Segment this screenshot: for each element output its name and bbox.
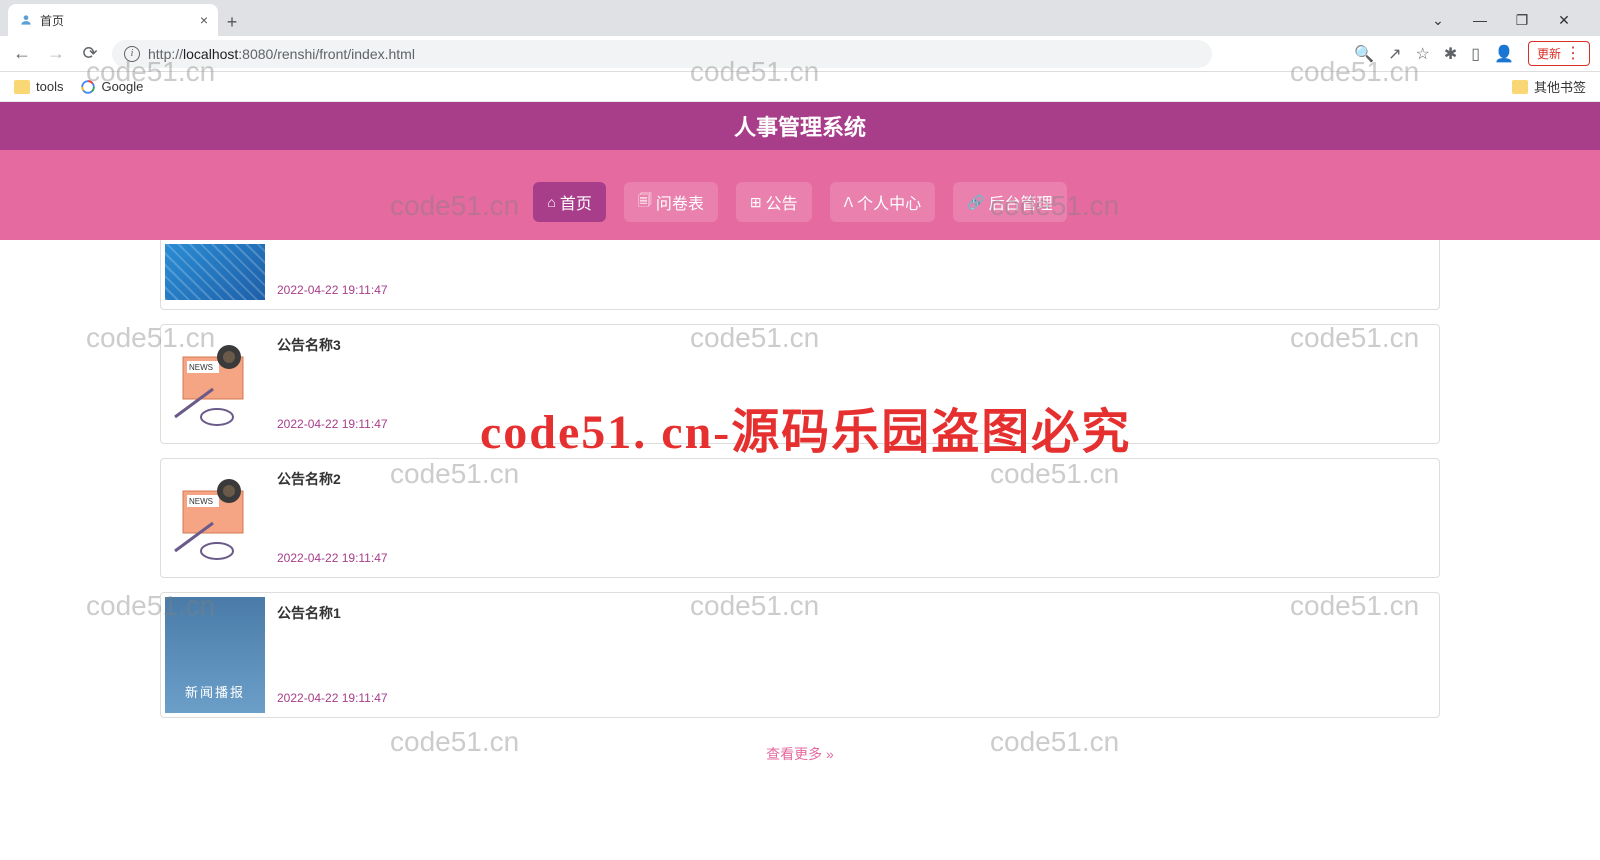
bookmark-bar: tools Google 其他书签	[0, 72, 1600, 102]
home-icon: ⌂	[547, 194, 555, 210]
card-title: 公告名称2	[277, 469, 1435, 489]
update-label: 更新	[1537, 45, 1561, 62]
bookmark-star-icon[interactable]: ☆	[1416, 44, 1430, 64]
tab-title: 首页	[40, 12, 194, 29]
folder-icon	[14, 80, 30, 94]
browser-toolbar: ← → ⟳ i http://localhost:8080/renshi/fro…	[0, 36, 1600, 72]
announcement-card[interactable]: 新闻播报 公告名称1 2022-04-22 19:11:47	[160, 592, 1440, 718]
nav-personal[interactable]: ᐱ个人中心	[830, 182, 936, 222]
card-body: 公告名称3 2022-04-22 19:11:47	[277, 329, 1435, 439]
card-timestamp: 2022-04-22 19:11:47	[277, 691, 1435, 707]
card-timestamp: 2022-04-22 19:11:47	[277, 283, 1435, 299]
back-button[interactable]: ←	[10, 43, 34, 64]
card-timestamp: 2022-04-22 19:11:47	[277, 417, 1435, 433]
reload-button[interactable]: ⟳	[78, 43, 102, 64]
new-tab-button[interactable]: +	[218, 8, 246, 36]
person-icon: ᐱ	[844, 194, 854, 211]
page-title: 人事管理系统	[0, 102, 1600, 150]
url-text: http://localhost:8080/renshi/front/index…	[148, 46, 415, 62]
form-icon: 🗐	[638, 190, 652, 214]
share-icon[interactable]: ↗	[1388, 44, 1401, 64]
browser-tab[interactable]: 首页 ×	[8, 4, 218, 36]
card-timestamp: 2022-04-22 19:11:47	[277, 551, 1435, 567]
card-thumbnail: NEWS	[165, 463, 265, 573]
close-window-button[interactable]: ✕	[1552, 12, 1576, 29]
view-more-link[interactable]: 查看更多 »	[160, 732, 1440, 776]
nav-announcement[interactable]: ⊞公告	[736, 182, 812, 222]
tab-favicon-icon	[18, 12, 34, 28]
url-bar[interactable]: i http://localhost:8080/renshi/front/ind…	[112, 40, 1212, 68]
zoom-icon[interactable]: 🔍	[1354, 44, 1374, 64]
card-body: 2022-04-22 19:11:47	[277, 244, 1435, 305]
tab-bar: 首页 × + ⌄ — ❐ ✕	[0, 0, 1600, 36]
card-title: 公告名称3	[277, 335, 1435, 355]
nav-home[interactable]: ⌂首页	[533, 182, 605, 222]
grid-icon: ⊞	[750, 194, 762, 211]
announcement-card[interactable]: NEWS 公告名称3 2022-04-22 19:11:47	[160, 324, 1440, 444]
card-title: 公告名称1	[277, 603, 1435, 623]
announcement-card[interactable]: NEWS 公告名称2 2022-04-22 19:11:47	[160, 458, 1440, 578]
window-controls: ⌄ — ❐ ✕	[1426, 4, 1592, 36]
menu-dots-icon: ⋮	[1565, 46, 1581, 62]
tab-close-icon[interactable]: ×	[200, 12, 208, 28]
update-button[interactable]: 更新 ⋮	[1528, 41, 1590, 66]
google-icon	[81, 80, 95, 94]
folder-icon	[1512, 80, 1528, 94]
tabs-dropdown-icon[interactable]: ⌄	[1426, 12, 1450, 29]
profile-icon[interactable]: 👤	[1494, 44, 1514, 64]
card-body: 公告名称1 2022-04-22 19:11:47	[277, 597, 1435, 713]
minimize-button[interactable]: —	[1468, 12, 1492, 28]
content-area: 2022-04-22 19:11:47 NEWS 公告名称3 2022-04-2…	[0, 240, 1600, 776]
nav-questionnaire[interactable]: 🗐问卷表	[624, 182, 718, 222]
extensions-icon[interactable]: ✱	[1444, 44, 1457, 64]
nav-admin[interactable]: 🔗后台管理	[953, 182, 1066, 222]
card-thumbnail: 新闻播报	[165, 597, 265, 713]
bookmark-tools[interactable]: tools	[14, 79, 63, 94]
panel-icon[interactable]: ▯	[1471, 44, 1480, 64]
link-icon: 🔗	[967, 194, 984, 211]
thumbnail-overlay-text: 新闻播报	[185, 682, 245, 701]
bookmark-other[interactable]: 其他书签	[1512, 77, 1586, 96]
card-thumbnail: NEWS	[165, 329, 265, 439]
card-thumbnail	[165, 244, 265, 300]
announcement-card[interactable]: 2022-04-22 19:11:47	[160, 240, 1440, 310]
card-body: 公告名称2 2022-04-22 19:11:47	[277, 463, 1435, 573]
main-nav: ⌂首页 🗐问卷表 ⊞公告 ᐱ个人中心 🔗后台管理	[0, 150, 1600, 240]
bookmark-google[interactable]: Google	[81, 79, 143, 94]
svg-text:NEWS: NEWS	[189, 363, 213, 372]
forward-button[interactable]: →	[44, 43, 68, 64]
browser-chrome: 首页 × + ⌄ — ❐ ✕ ← → ⟳ i http://localhost:…	[0, 0, 1600, 102]
maximize-button[interactable]: ❐	[1510, 12, 1534, 29]
svg-text:NEWS: NEWS	[189, 497, 213, 506]
site-info-icon[interactable]: i	[124, 46, 140, 62]
